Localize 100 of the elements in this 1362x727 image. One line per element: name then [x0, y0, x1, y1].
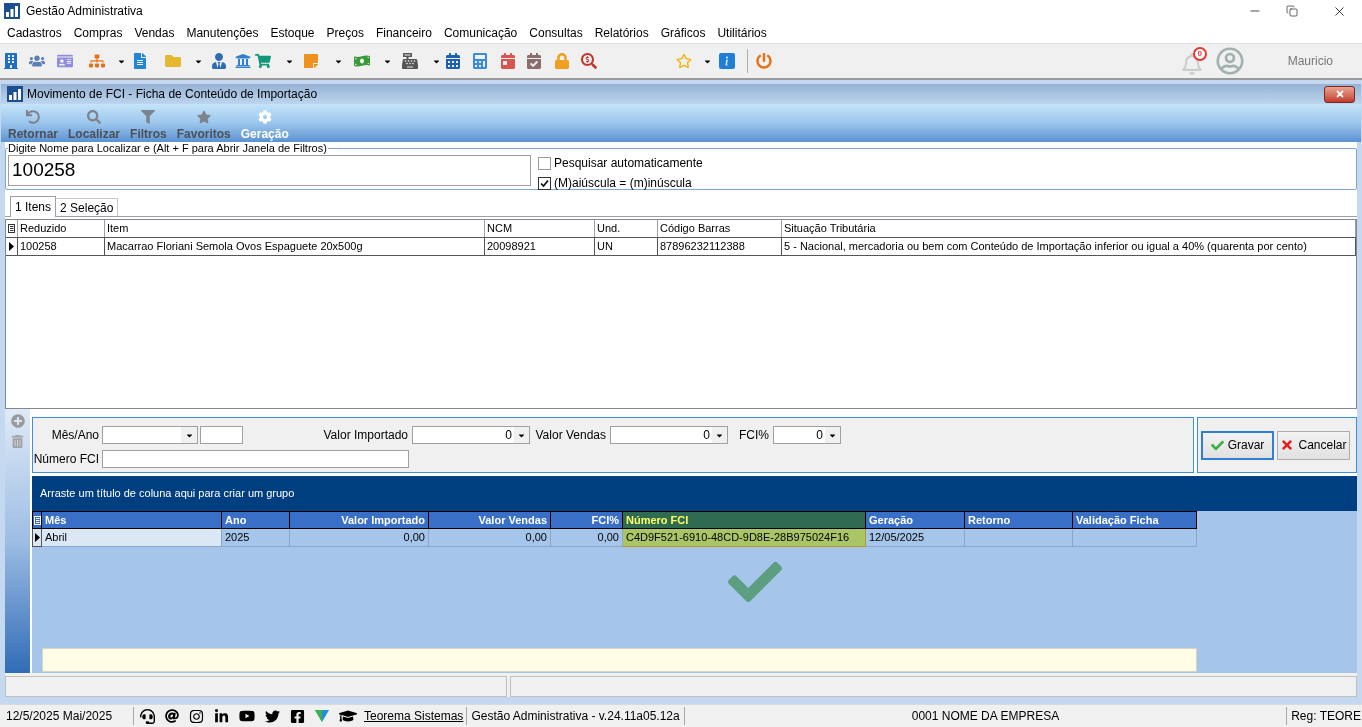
star-icon[interactable] — [676, 53, 692, 69]
building-icon[interactable] — [3, 53, 19, 69]
column-header[interactable]: Mês — [42, 511, 222, 529]
close-button[interactable] — [1324, 85, 1355, 103]
number-dropdown[interactable]: 0 — [610, 426, 728, 444]
person-icon[interactable] — [211, 53, 227, 69]
column-header[interactable]: Reduzido — [18, 220, 105, 237]
calculator-icon[interactable] — [472, 53, 488, 69]
table-cell: 100258 — [18, 238, 105, 255]
menu-item[interactable]: Estoque — [264, 23, 321, 42]
facebook-icon[interactable] — [290, 708, 305, 724]
table-cell: 0,00 — [290, 529, 429, 547]
menu-item[interactable]: Gráficos — [654, 23, 712, 42]
column-header[interactable]: Número FCI — [623, 511, 866, 529]
column-header[interactable]: Situação Tributária — [782, 220, 1356, 237]
star-icon — [196, 110, 211, 124]
close-icon — [1334, 89, 1345, 99]
undo-icon — [26, 110, 40, 124]
add-icon[interactable] — [10, 414, 25, 428]
column-header[interactable]: FCI% — [551, 511, 623, 529]
registration-text: Reg: TEORE — [1290, 708, 1362, 725]
column-header[interactable]: Item — [105, 220, 485, 237]
money-icon[interactable] — [354, 53, 370, 69]
checkbox-label[interactable]: Pesquisar automaticamente — [554, 156, 703, 170]
column-header[interactable]: Validação Ficha — [1073, 511, 1197, 529]
notification-badge: 0 — [1192, 47, 1207, 61]
search-input[interactable]: 100258 — [8, 155, 531, 186]
menu-item[interactable]: Compras — [67, 23, 129, 42]
column-header[interactable]: Und. — [595, 220, 658, 237]
menu-item[interactable]: Consultas — [523, 23, 589, 42]
instagram-icon[interactable] — [189, 708, 204, 724]
year-input[interactable] — [200, 426, 243, 444]
menu-item[interactable]: Manutenções — [180, 23, 265, 42]
twitter-icon[interactable] — [265, 708, 280, 724]
check-icon — [1210, 438, 1224, 452]
gear-icon — [257, 110, 272, 124]
month-dropdown[interactable] — [102, 426, 198, 444]
field-label: Valor Importado — [322, 427, 408, 444]
bank-icon[interactable] — [235, 53, 251, 69]
calendar-grid-icon[interactable] — [445, 53, 461, 69]
save-button[interactable]: Gravar — [1201, 430, 1274, 460]
dollar-search-icon[interactable] — [581, 53, 597, 69]
number-dropdown[interactable]: 0 — [412, 426, 530, 444]
website-link[interactable]: Teorema Sistemas — [364, 707, 464, 725]
cancel-button[interactable]: Cancelar — [1277, 430, 1350, 460]
field-label: Número FCI — [33, 451, 99, 468]
filter-icon — [141, 110, 156, 124]
people-icon[interactable] — [29, 53, 45, 69]
info-icon[interactable] — [719, 53, 735, 69]
field-label: FCI% — [738, 427, 769, 444]
document-icon[interactable] — [132, 53, 148, 69]
column-header[interactable]: Ano — [222, 511, 290, 529]
checkbox[interactable] — [538, 156, 551, 170]
column-header[interactable]: Valor Vendas — [429, 511, 551, 529]
id-card-icon[interactable] — [57, 53, 73, 69]
logo-icon[interactable] — [315, 710, 329, 722]
menu-item[interactable]: Comunicação — [437, 23, 524, 42]
cash-register-icon[interactable] — [402, 53, 418, 69]
tab[interactable]: 1 Itens — [10, 196, 57, 217]
menu-item[interactable]: Vendas — [128, 23, 181, 42]
restore-icon[interactable] — [1286, 5, 1298, 17]
headset-icon[interactable] — [140, 708, 155, 724]
input-field[interactable] — [102, 450, 409, 468]
menu-item[interactable]: Preços — [320, 23, 370, 42]
user-name: Mauricio — [1287, 53, 1333, 70]
hierarchy-icon[interactable] — [89, 53, 105, 69]
checkbox-label[interactable]: (M)aiúscula = (m)inúscula — [554, 176, 692, 190]
linkedin-icon[interactable] — [214, 708, 229, 724]
column-header[interactable]: Valor Importado — [290, 511, 429, 529]
column-header[interactable]: Geração — [866, 511, 965, 529]
checkbox[interactable] — [538, 176, 551, 190]
calendar-icon[interactable] — [500, 53, 516, 69]
table-cell: Macarrao Floriani Semola Ovos Espaguete 20x500g — [105, 238, 485, 255]
cart-icon[interactable] — [255, 53, 271, 69]
menu-item[interactable]: Relatórios — [588, 23, 655, 42]
company-name: 0001 NOME DA EMPRESA — [683, 707, 1288, 725]
column-chooser-icon[interactable] — [8, 224, 15, 233]
menu-item[interactable]: Utilitários — [711, 23, 773, 42]
bar-chart-icon — [7, 86, 23, 102]
field-label: Valor Vendas — [534, 427, 606, 444]
calendar-check-icon[interactable] — [526, 53, 542, 69]
version-text: Gestão Administrativa - v.24.11a05.12a — [466, 707, 680, 725]
bar-chart-icon — [4, 3, 20, 19]
power-icon[interactable] — [756, 53, 772, 69]
column-header[interactable]: Retorno — [965, 511, 1073, 529]
number-dropdown[interactable]: 0 — [773, 426, 841, 444]
column-header[interactable]: NCM — [485, 220, 595, 237]
youtube-icon[interactable] — [239, 708, 255, 724]
tab[interactable]: 2 Seleção — [56, 198, 119, 216]
table-cell: Abril — [42, 529, 222, 547]
table-cell: 20098921 — [485, 238, 595, 255]
column-header[interactable]: Código Barras — [658, 220, 782, 237]
table-cell: 0,00 — [551, 529, 623, 547]
table-cell: 0,00 — [429, 529, 551, 547]
table-cell: 87896232112388 — [658, 238, 782, 255]
at-sign-icon[interactable] — [165, 709, 179, 723]
table-cell: C4D9F521-6910-48CD-9D8E-28B975024F16 — [623, 529, 866, 547]
table-cell: 5 - Nacional, mercadoria ou bem com Conteúdo de Importação inferior ou igual a 40% (quarenta por cento) — [782, 238, 1356, 255]
menu-item[interactable]: Cadastros — [1, 23, 68, 42]
menu-item[interactable]: Financeiro — [369, 23, 438, 42]
